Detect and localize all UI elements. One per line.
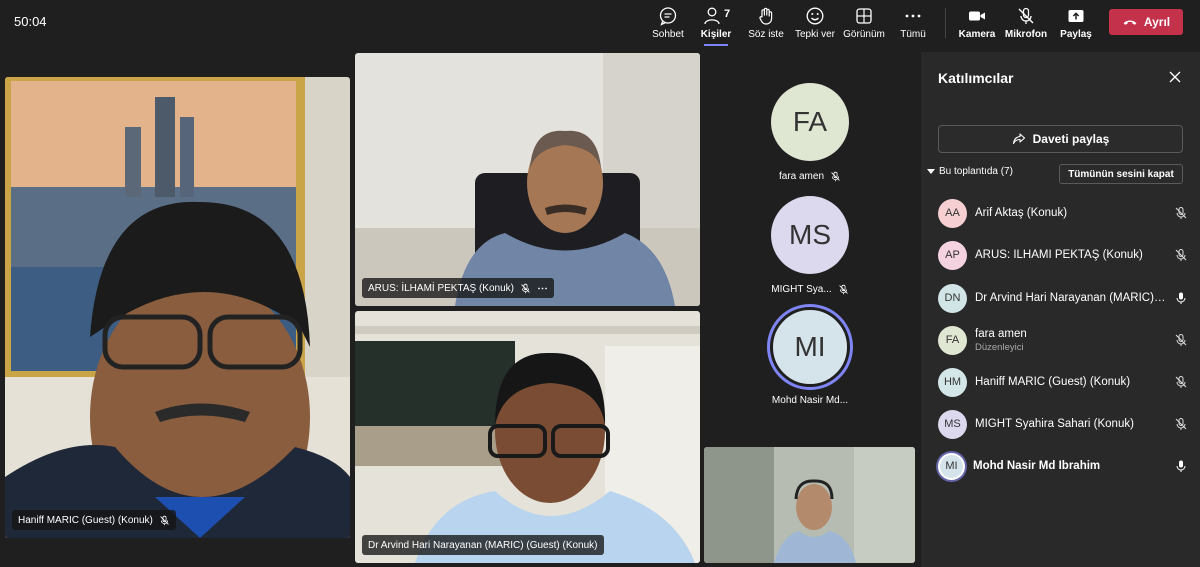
meeting-timer: 50:04 xyxy=(14,14,47,29)
video-tile-haniff[interactable]: Haniff MARIC (Guest) (Konuk) xyxy=(5,77,350,538)
name-tag-arus: ARUS: İLHAMİ PEKTAŞ (Konuk) xyxy=(362,278,554,298)
participant-row[interactable]: DN Dr Arvind Hari Narayanan (MARIC) (Gues… xyxy=(938,283,1188,313)
video-feed-arvind xyxy=(355,311,700,563)
mic-off-icon xyxy=(1018,7,1034,24)
share-invite-button[interactable]: Daveti paylaş xyxy=(938,125,1183,153)
mic-off-icon xyxy=(1175,334,1187,346)
participant-name: Dr Arvind Hari Narayanan (MARIC) (Guest)… xyxy=(975,292,1168,304)
more-dots-icon[interactable] xyxy=(537,283,548,294)
share-screen-icon xyxy=(1068,10,1084,22)
avatar: MI xyxy=(938,452,965,480)
avatar-tile-label: Mohd Nasir Md... xyxy=(771,395,849,406)
mute-all-button[interactable]: Tümünün sesini kapat xyxy=(1059,164,1183,184)
panel-title: Katılımcılar xyxy=(938,70,1014,86)
video-tile-arus[interactable]: ARUS: İLHAMİ PEKTAŞ (Konuk) xyxy=(355,53,700,306)
avatar: HM xyxy=(938,367,967,397)
react-button[interactable]: Tepki ver xyxy=(795,4,835,44)
leave-button[interactable]: Ayrıl xyxy=(1109,9,1183,35)
raise-hand-icon xyxy=(759,7,773,25)
name-tag-haniff: Haniff MARIC (Guest) (Konuk) xyxy=(12,510,176,530)
avatar: MI xyxy=(770,307,850,387)
participant-name: Mohd Nasir Md Ibrahim xyxy=(973,460,1101,472)
avatar: AP xyxy=(938,240,967,270)
toolbar-divider xyxy=(945,8,946,38)
participant-row[interactable]: HM Haniff MARIC (Guest) (Konuk) xyxy=(938,367,1188,397)
participant-row[interactable]: MI Mohd Nasir Md Ibrahim xyxy=(938,451,1188,481)
chevron-down-icon xyxy=(927,169,935,174)
smiley-icon xyxy=(806,7,824,25)
view-button[interactable]: Görünüm xyxy=(842,4,886,44)
mic-off-icon xyxy=(838,284,848,295)
mic-off-icon xyxy=(1175,376,1187,388)
video-feed-haniff xyxy=(5,77,350,538)
avatar: FA xyxy=(771,83,849,161)
self-view-tile[interactable] xyxy=(704,447,915,563)
share-button[interactable]: Paylaş xyxy=(1060,4,1092,44)
avatar-tile-fara[interactable]: FA fara amen xyxy=(750,83,870,182)
grid-view-icon xyxy=(856,8,872,24)
participant-row[interactable]: AP ARUS: İLHAMİ PEKTAŞ (Konuk) xyxy=(938,240,1188,270)
raise-hand-button[interactable]: Söz iste xyxy=(748,4,784,44)
close-icon[interactable] xyxy=(1168,70,1182,84)
avatar: MS xyxy=(771,196,849,274)
video-feed-arus xyxy=(355,53,700,306)
camera-icon xyxy=(969,11,985,21)
avatar: MS xyxy=(938,409,967,439)
avatar-tile-mohd[interactable]: MI Mohd Nasir Md... xyxy=(750,307,870,406)
camera-button[interactable]: Kamera xyxy=(959,4,995,44)
mic-off-icon xyxy=(1175,207,1187,219)
mic-off-icon xyxy=(1175,418,1187,430)
people-icon xyxy=(704,7,720,25)
mic-off-icon xyxy=(160,515,169,525)
meeting-toolbar: 50:04 Sohbet 7 Kişiler Söz iste Tepki ve… xyxy=(0,0,1200,46)
self-video-feed xyxy=(704,447,915,563)
hang-up-icon xyxy=(1123,20,1137,25)
avatar-tile-label: fara amen xyxy=(779,171,841,182)
video-tile-arvind[interactable]: Dr Arvind Hari Narayanan (MARIC) (Guest)… xyxy=(355,311,700,563)
name-tag-arvind: Dr Arvind Hari Narayanan (MARIC) (Guest)… xyxy=(362,535,604,555)
participant-row[interactable]: MS MIGHT Syahira Sahari (Konuk) xyxy=(938,409,1188,439)
avatar-tile-label: MIGHT Sya... xyxy=(771,284,848,295)
avatar-tile-might[interactable]: MS MIGHT Sya... xyxy=(750,196,870,295)
participant-name: MIGHT Syahira Sahari (Konuk) xyxy=(975,418,1134,430)
participant-name: Arif Aktaş (Konuk) xyxy=(975,207,1068,219)
mic-off-icon xyxy=(1175,249,1187,261)
mic-icon xyxy=(1176,460,1186,472)
participant-row[interactable]: FA fara amen Düzenleyici xyxy=(938,325,1188,355)
participant-name: ARUS: İLHAMİ PEKTAŞ (Konuk) xyxy=(975,249,1143,261)
mic-off-icon xyxy=(831,171,840,182)
more-dots-icon xyxy=(905,14,921,18)
participants-panel: Katılımcılar Daveti paylaş Bu toplantıda… xyxy=(921,52,1200,567)
in-meeting-section-header[interactable]: Bu toplantıda (7) xyxy=(927,166,1013,177)
microphone-button[interactable]: Mikrofon xyxy=(1005,4,1047,44)
more-button[interactable]: Tümü xyxy=(899,4,927,44)
people-button[interactable]: 7 Kişiler xyxy=(700,4,732,46)
chat-icon xyxy=(659,7,677,26)
mic-icon xyxy=(1176,292,1186,304)
participant-role: Düzenleyici xyxy=(975,341,1024,353)
participant-name: Haniff MARIC (Guest) (Konuk) xyxy=(975,376,1131,388)
avatar: FA xyxy=(938,325,967,355)
avatar: AA xyxy=(938,198,967,228)
mic-off-icon xyxy=(521,283,530,293)
participant-row[interactable]: AA Arif Aktaş (Konuk) xyxy=(938,198,1188,228)
people-count-badge: 7 xyxy=(724,8,731,20)
share-icon xyxy=(1012,133,1025,145)
chat-button[interactable]: Sohbet xyxy=(651,4,685,44)
avatar: DN xyxy=(938,283,967,313)
participant-name: fara amen xyxy=(975,327,1027,340)
